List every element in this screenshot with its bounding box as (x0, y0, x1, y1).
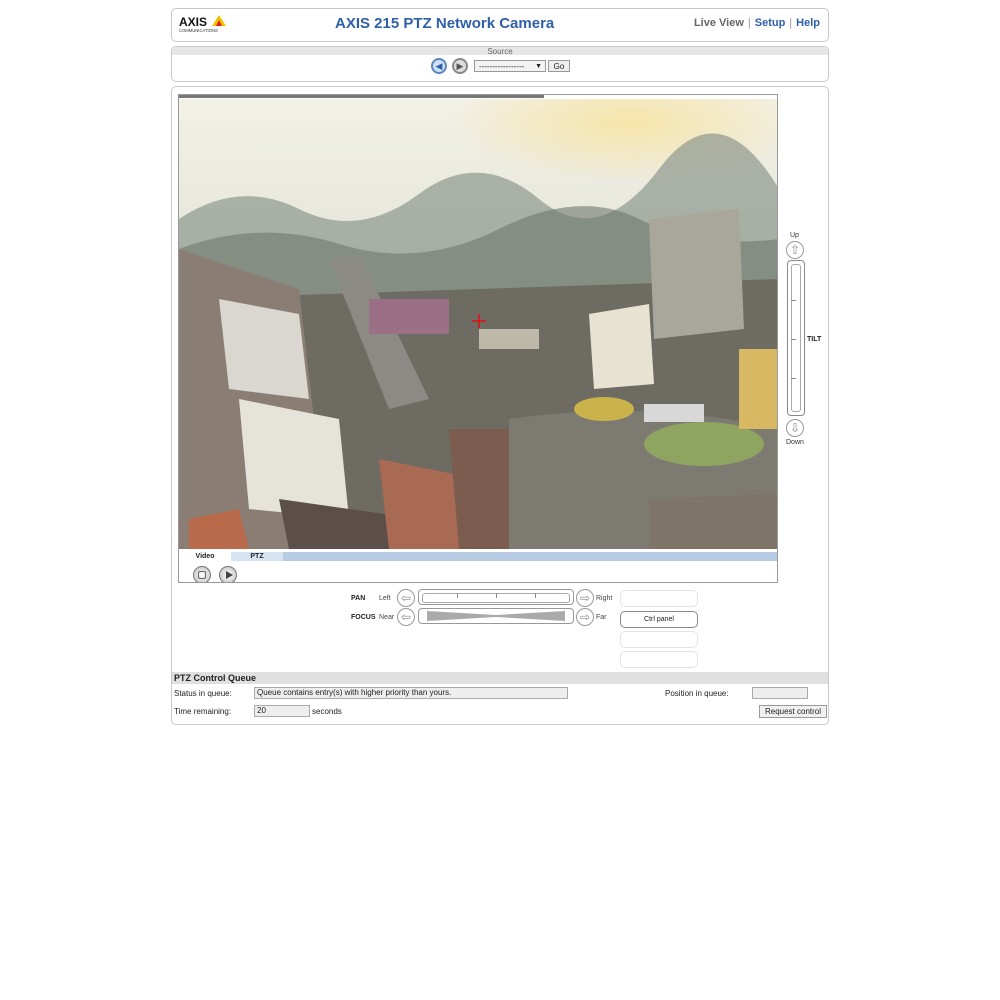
nav-live-view[interactable]: Live View (694, 17, 744, 29)
empty-control-slot (620, 631, 698, 648)
empty-control-slot (620, 651, 698, 668)
axis-logo: AXIS COMMUNICATIONS (178, 14, 230, 34)
previous-source-icon[interactable]: ◀ (431, 58, 447, 74)
source-select-value: ----------------- (479, 62, 525, 71)
queue-header: PTZ Control Queue (172, 672, 828, 684)
focus-slider[interactable] (418, 608, 574, 624)
tick-mark (496, 593, 497, 598)
source-bar: Source ◀ ▶ ----------------- ▼ Go (171, 46, 829, 82)
tick-mark (535, 593, 536, 598)
ctrl-panel-button[interactable]: Ctrl panel (620, 611, 698, 628)
svg-text:COMMUNICATIONS: COMMUNICATIONS (179, 28, 218, 33)
position-in-queue-field (752, 687, 808, 699)
focus-far-label: Far (596, 614, 607, 621)
empty-control-slot (620, 590, 698, 607)
position-in-queue-label: Position in queue: (665, 689, 729, 698)
page-title: AXIS 215 PTZ Network Camera (335, 15, 555, 32)
focus-label: FOCUS (351, 614, 376, 621)
arrow-left-icon[interactable]: ⇦ (397, 589, 415, 607)
status-in-queue-label: Status in queue: (174, 689, 232, 698)
pan-slider[interactable] (418, 589, 574, 605)
svg-text:AXIS: AXIS (179, 15, 207, 29)
header-bar: AXIS COMMUNICATIONS AXIS 215 PTZ Network… (171, 8, 829, 42)
pan-left-label: Left (379, 595, 391, 602)
focus-near-label: Near (379, 614, 395, 621)
arrow-right-icon[interactable]: ⇨ (576, 608, 594, 626)
request-control-button[interactable]: Request control (759, 705, 827, 718)
main-panel: Video PTZ Up ⇧ TILT ⇩ Down PAN Left ⇦ ⇨ … (171, 86, 829, 725)
chevron-down-icon: ▼ (535, 63, 542, 70)
nav-setup[interactable]: Setup (755, 17, 786, 29)
time-remaining-field: 20 (254, 705, 310, 717)
nav-separator: | (789, 17, 793, 29)
time-remaining-unit: seconds (312, 707, 342, 716)
arrow-right-icon[interactable]: ⇨ (576, 589, 594, 607)
ptz-controls: PAN Left ⇦ ⇨ Right FOCUS Near ⇦ ⇨ Far Ct… (172, 87, 830, 726)
focus-wedge-icon (427, 611, 565, 621)
pan-label: PAN (351, 595, 366, 602)
next-source-icon[interactable]: ▶ (452, 58, 468, 74)
time-remaining-label: Time remaining: (174, 707, 232, 716)
tick-mark (457, 593, 458, 598)
pan-right-label: Right (596, 595, 613, 602)
nav-separator: | (747, 17, 751, 29)
top-navigation: Live View | Setup | Help (694, 17, 820, 29)
source-label: Source (487, 47, 513, 56)
go-button[interactable]: Go (548, 60, 570, 72)
status-in-queue-field: Queue contains entry(s) with higher prio… (254, 687, 568, 699)
nav-help[interactable]: Help (796, 17, 820, 29)
source-select[interactable]: ----------------- ▼ (474, 60, 546, 72)
arrow-left-icon[interactable]: ⇦ (397, 608, 415, 626)
